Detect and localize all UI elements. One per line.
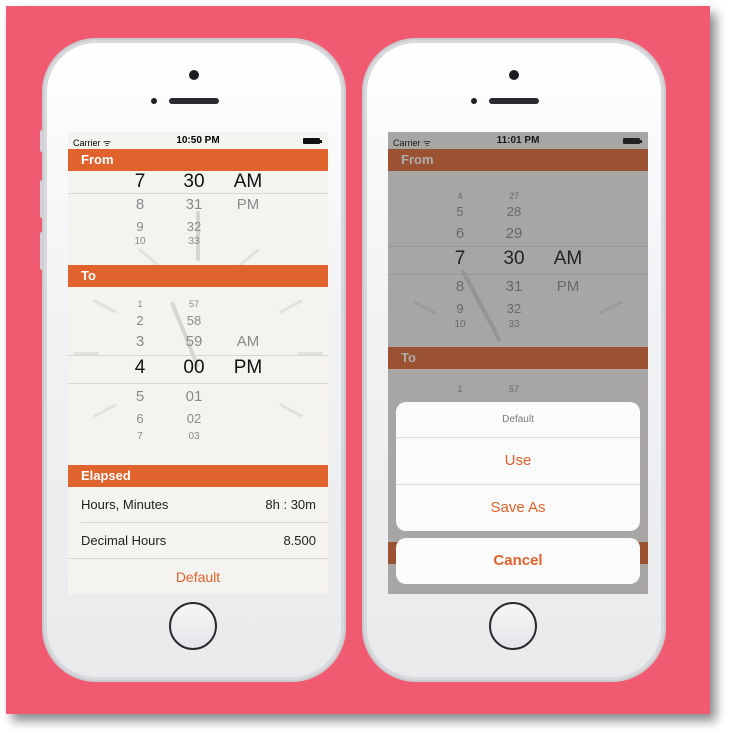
volume-down-button <box>40 232 44 270</box>
picker-hour[interactable]: 6 <box>108 411 172 426</box>
iphone-frame-right: Carrier ᯤ 11:01 PM From 4 27 5 28 6 29 7 <box>364 40 664 680</box>
app-screen-right: Carrier ᯤ 11:01 PM From 4 27 5 28 6 29 7 <box>388 132 648 594</box>
elapsed-value: 8h : 30m <box>265 497 316 512</box>
picker-hour[interactable]: 4 <box>108 357 172 379</box>
clock-tick <box>278 403 304 418</box>
picker-minute[interactable]: 59 <box>166 333 222 350</box>
row-divider <box>68 558 328 559</box>
earpiece-speaker <box>489 98 539 104</box>
elapsed-value: 8.500 <box>283 533 316 548</box>
to-time-picker[interactable]: 1 57 2 58 3 59 AM 4 00 PM 5 01 6 02 7 03 <box>68 287 328 465</box>
picker-hour[interactable]: 7 <box>108 171 172 193</box>
elapsed-label: Hours, Minutes <box>81 497 169 512</box>
elapsed-section-header: Elapsed <box>68 465 328 487</box>
mute-switch <box>40 130 44 152</box>
picker-minute[interactable]: 01 <box>166 388 222 405</box>
save-as-button[interactable]: Save As <box>396 485 640 531</box>
to-section-header: To <box>68 265 328 287</box>
picker-minute[interactable]: 31 <box>166 196 222 213</box>
clock-tick <box>278 299 304 314</box>
picker-hour[interactable]: 3 <box>108 333 172 350</box>
picker-hour[interactable]: 8 <box>108 196 172 213</box>
sensor-icon <box>471 98 477 104</box>
picker-ampm[interactable]: PM <box>220 357 276 379</box>
front-camera-icon <box>509 70 519 80</box>
picker-ampm[interactable]: AM <box>220 171 276 193</box>
app-screen-left: Carrier ᯤ 10:50 PM From 7 30 AM 8 31 PM … <box>68 132 328 594</box>
use-button[interactable]: Use <box>396 438 640 485</box>
picker-hour[interactable]: 9 <box>108 219 172 234</box>
picker-minute[interactable]: 30 <box>166 171 222 193</box>
picker-minute[interactable]: 02 <box>166 411 222 426</box>
status-bar: Carrier ᯤ 10:50 PM <box>68 132 328 149</box>
iphone-frame-left: Carrier ᯤ 10:50 PM From 7 30 AM 8 31 PM … <box>40 40 344 680</box>
picker-hour[interactable]: 7 <box>108 431 172 442</box>
battery-icon <box>303 138 322 144</box>
picker-hour[interactable]: 5 <box>108 388 172 405</box>
status-time: 10:50 PM <box>176 135 220 146</box>
picker-hour[interactable]: 1 <box>108 299 172 309</box>
picker-minute[interactable]: 58 <box>166 313 222 328</box>
picker-ampm[interactable]: AM <box>220 333 276 350</box>
picker-hour[interactable]: 10 <box>108 236 172 247</box>
picker-selection-line <box>68 383 328 384</box>
clock-tick <box>138 247 160 265</box>
picker-minute[interactable]: 57 <box>166 299 222 309</box>
picker-selection-line <box>68 355 328 356</box>
from-time-picker[interactable]: 7 30 AM 8 31 PM 9 32 10 33 <box>68 171 328 265</box>
from-section-header: From <box>68 149 328 171</box>
home-button[interactable] <box>489 602 537 650</box>
picker-minute[interactable]: 33 <box>166 236 222 247</box>
picker-ampm[interactable]: PM <box>220 196 276 213</box>
home-button[interactable] <box>169 602 217 650</box>
action-sheet-title: Default <box>396 402 640 438</box>
picker-hour[interactable]: 2 <box>108 313 172 328</box>
picker-selection-line <box>68 193 328 194</box>
clock-tick <box>238 247 260 265</box>
picker-minute[interactable]: 03 <box>166 431 222 442</box>
elapsed-label: Decimal Hours <box>81 533 167 548</box>
action-sheet: Default Use Save As <box>396 402 640 531</box>
earpiece-speaker <box>169 98 219 104</box>
default-button[interactable]: Default <box>68 569 328 585</box>
volume-up-button <box>40 180 44 218</box>
elapsed-row-hours-minutes: Hours, Minutes 8h : 30m <box>68 487 328 522</box>
cancel-button[interactable]: Cancel <box>396 538 640 584</box>
elapsed-row-decimal-hours: Decimal Hours 8.500 <box>68 523 328 558</box>
picker-minute[interactable]: 00 <box>166 357 222 379</box>
picker-minute[interactable]: 32 <box>166 219 222 234</box>
sensor-icon <box>151 98 157 104</box>
front-camera-icon <box>189 70 199 80</box>
